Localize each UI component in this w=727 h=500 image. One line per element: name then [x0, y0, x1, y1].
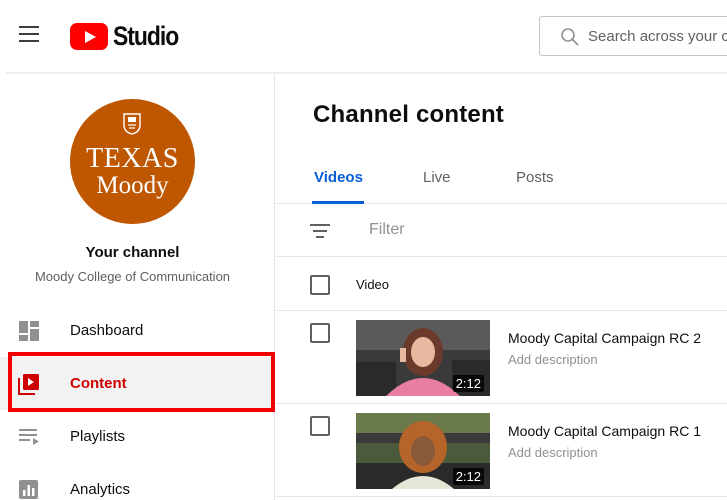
app-name: Studio — [113, 20, 179, 51]
avatar-text-moody: Moody — [96, 172, 169, 199]
analytics-icon — [19, 480, 38, 499]
page-title: Channel content — [313, 101, 505, 128]
search-icon[interactable] — [552, 17, 588, 55]
search-input[interactable] — [588, 27, 727, 45]
sidebar-item-label: Dashboard — [70, 322, 144, 339]
sidebar-item-analytics[interactable]: Analytics — [0, 463, 274, 500]
sidebar-item-label: Playlists — [70, 428, 126, 445]
menu-icon[interactable] — [19, 26, 41, 44]
video-description[interactable]: Add description — [508, 445, 598, 460]
video-duration: 2:12 — [452, 375, 484, 392]
sidebar: TEXAS Moody Your channel Moody College o… — [0, 74, 275, 500]
top-header: Studio — [0, 0, 727, 72]
ut-seal-icon — [123, 113, 141, 135]
channel-avatar[interactable]: TEXAS Moody — [70, 99, 195, 224]
channel-name: Moody College of Communication — [34, 269, 231, 284]
sidebar-item-content[interactable]: Content — [0, 357, 274, 410]
sidebar-item-label: Analytics — [70, 481, 131, 498]
select-all-checkbox[interactable] — [310, 275, 330, 295]
table-row: 2:12 Moody Capital Campaign RC 1 Add des… — [276, 404, 727, 497]
tab-live[interactable]: Live — [423, 169, 451, 186]
column-header-video: Video — [356, 277, 390, 292]
filter-icon[interactable] — [310, 224, 330, 238]
video-title[interactable]: Moody Capital Campaign RC 2 — [508, 330, 701, 346]
video-duration: 2:12 — [452, 468, 484, 485]
your-channel-label: Your channel — [85, 244, 180, 261]
video-title[interactable]: Moody Capital Campaign RC 1 — [508, 423, 701, 439]
dashboard-icon — [19, 321, 39, 341]
filter-bar — [276, 205, 727, 257]
video-thumbnail[interactable]: 2:12 — [356, 413, 490, 489]
playlists-icon — [19, 429, 39, 445]
avatar-text-texas: TEXAS — [86, 143, 179, 174]
filter-input[interactable] — [369, 221, 669, 239]
sidebar-item-playlists[interactable]: Playlists — [0, 410, 274, 463]
tab-posts[interactable]: Posts — [516, 169, 554, 186]
video-thumbnail[interactable]: 2:12 — [356, 320, 490, 396]
content-tabs: Videos Live Posts — [276, 156, 727, 204]
table-header: Video — [276, 258, 727, 311]
youtube-studio-logo[interactable]: Studio — [70, 20, 190, 51]
video-description[interactable]: Add description — [508, 352, 598, 367]
sidebar-item-dashboard[interactable]: Dashboard — [0, 304, 274, 357]
sidebar-item-label: Content — [70, 375, 127, 392]
youtube-play-icon — [70, 22, 108, 50]
row-checkbox[interactable] — [310, 323, 330, 343]
content-icon — [18, 374, 39, 395]
row-checkbox[interactable] — [310, 416, 330, 436]
table-row: 2:12 Moody Capital Campaign RC 2 Add des… — [276, 311, 727, 404]
tab-videos[interactable]: Videos — [314, 169, 363, 186]
active-tab-indicator — [312, 201, 364, 204]
search-box[interactable] — [539, 16, 727, 56]
